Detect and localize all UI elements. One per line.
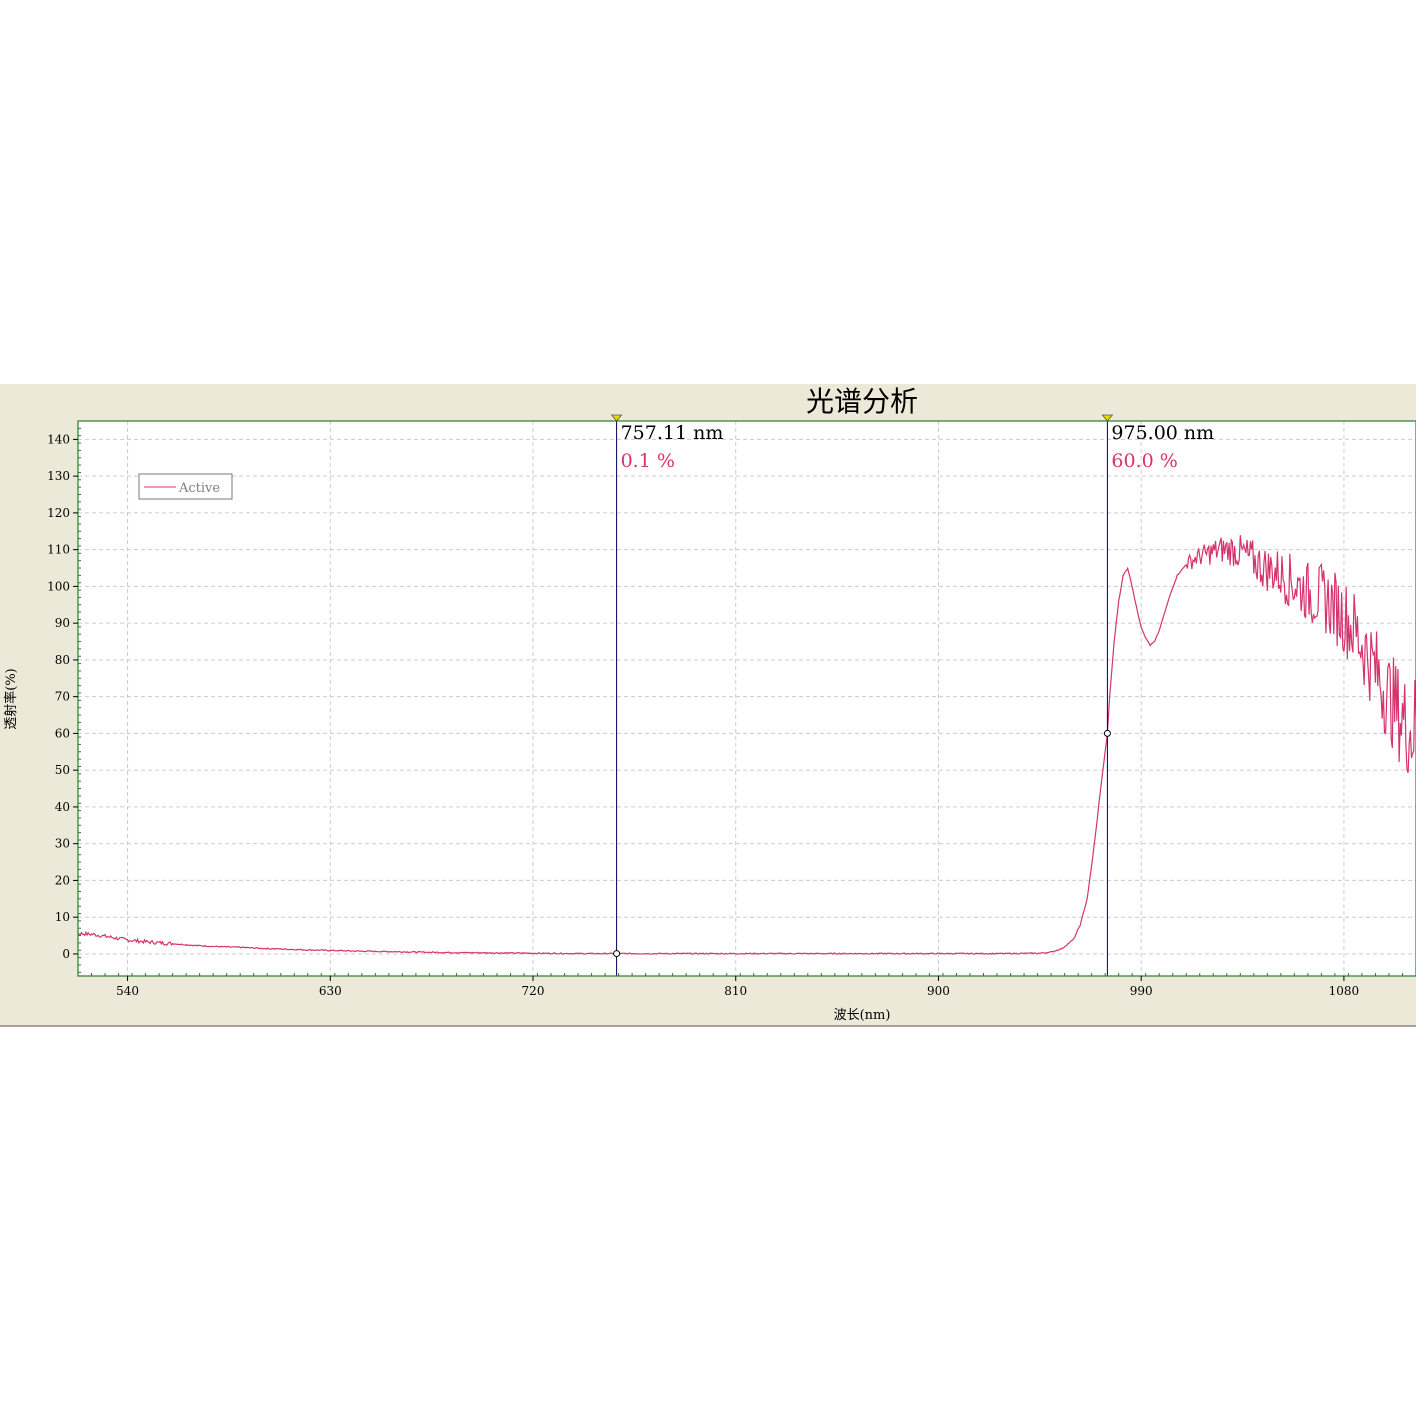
cursor-y-label-2: 60.0 %	[1111, 450, 1177, 472]
y-tick-label: 130	[47, 469, 70, 483]
x-tick-label: 630	[319, 984, 342, 998]
x-tick-label: 1080	[1329, 984, 1360, 998]
x-tick-label: 720	[522, 984, 545, 998]
y-tick-label: 50	[55, 763, 70, 777]
y-tick-label: 30	[55, 837, 70, 851]
y-tick-label: 140	[47, 432, 70, 446]
y-tick-label: 90	[55, 616, 70, 630]
y-tick-label: 120	[47, 506, 70, 520]
x-tick-label: 900	[927, 984, 950, 998]
plot-background	[78, 421, 1416, 976]
y-tick-label: 110	[47, 543, 70, 557]
legend-entry-active: Active	[178, 481, 220, 496]
chart-title: 光谱分析	[806, 385, 918, 418]
y-tick-label: 60	[55, 726, 70, 740]
x-tick-label: 540	[116, 984, 139, 998]
y-tick-label: 70	[55, 690, 70, 704]
y-axis-label: 透射率(%)	[3, 668, 19, 730]
y-tick-label: 80	[55, 653, 70, 667]
cursor-point-2	[1103, 729, 1111, 737]
cursor-marker-2	[1101, 414, 1114, 422]
y-tick-label: 20	[55, 873, 70, 887]
cursor-point-1	[613, 950, 621, 958]
spectrum-chart: 光谱分析 757.11 nm 0.1 % 975.00 nm 60.0 % 0 10 20 3…	[3, 385, 1416, 1023]
cursor-x-label-2: 975.00 nm	[1111, 422, 1214, 444]
cursor-x-label-1: 757.11 nm	[621, 422, 724, 444]
x-tick-label: 810	[724, 984, 747, 998]
legend: Active	[138, 473, 233, 500]
x-tick-label: 990	[1130, 984, 1153, 998]
y-tick-label: 0	[62, 947, 70, 961]
cursor-y-label-1: 0.1 %	[621, 450, 675, 472]
x-axis-label: 波长(nm)	[834, 1008, 891, 1023]
plot-area: 757.11 nm 0.1 % 975.00 nm 60.0 % 0 10 20 30 40 50…	[47, 414, 1416, 998]
y-tick-label: 10	[55, 910, 70, 924]
cursor-marker-1	[610, 414, 623, 422]
y-tick-label: 40	[55, 800, 70, 814]
y-tick-label: 100	[47, 579, 70, 593]
